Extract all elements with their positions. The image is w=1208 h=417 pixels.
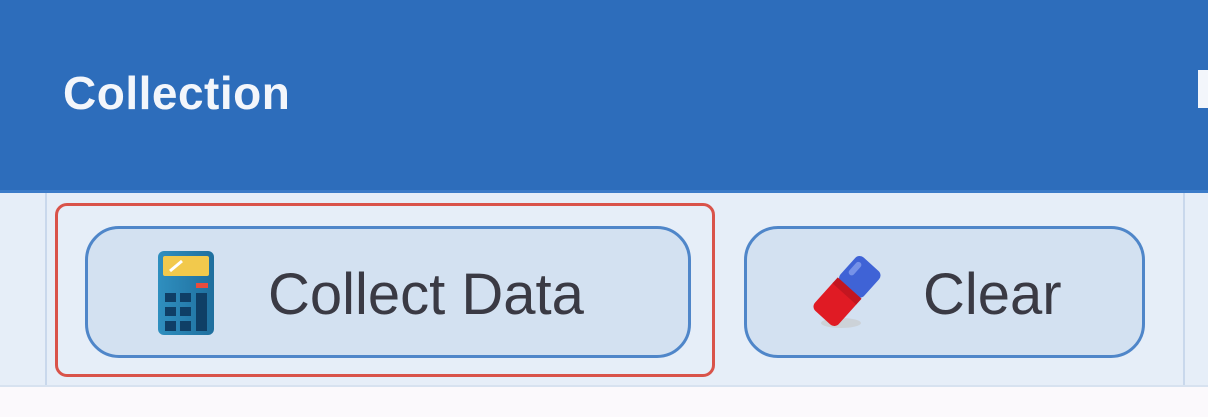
calculator-icon (156, 249, 216, 342)
next-group-title-fragment (1198, 70, 1208, 108)
collect-data-label: Collect Data (268, 262, 584, 327)
content-area-edge (0, 385, 1208, 417)
eraser-icon (807, 249, 887, 338)
clear-label: Clear (923, 262, 1062, 327)
group-separator-right (1183, 193, 1185, 417)
collect-data-button[interactable]: Collect Data (85, 226, 691, 358)
group-title: Collection (63, 67, 291, 119)
ribbon-header: Collection (0, 0, 1208, 193)
group-separator-left (45, 193, 47, 417)
clear-button[interactable]: Clear (744, 226, 1145, 358)
